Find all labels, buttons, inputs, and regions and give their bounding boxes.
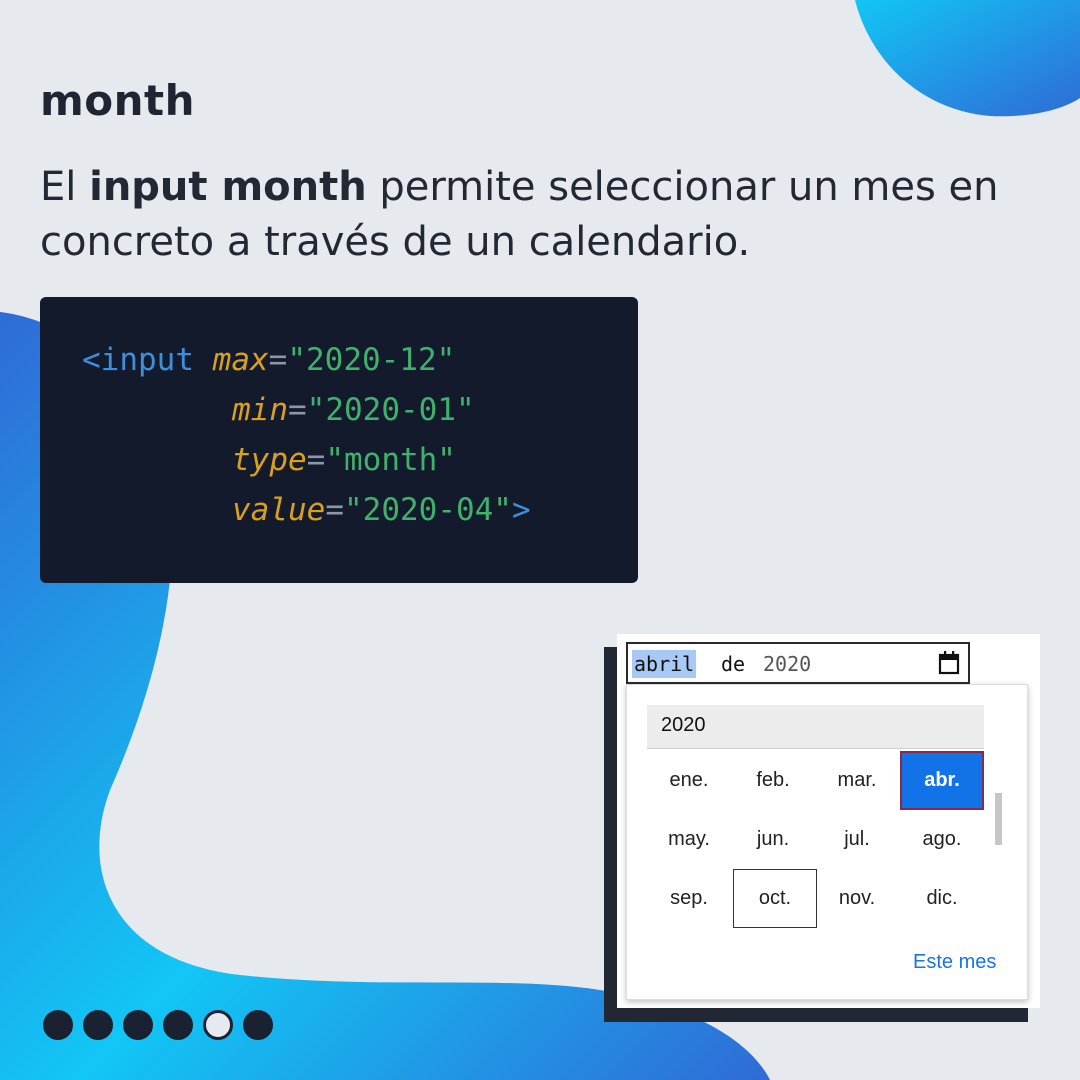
month-cell[interactable]: jun.: [731, 810, 815, 869]
page-heading: month: [40, 76, 195, 125]
month-cell[interactable]: sep.: [647, 869, 731, 928]
month-cell[interactable]: mar.: [815, 751, 899, 810]
code-line-3: type="month": [82, 435, 638, 485]
this-month-button[interactable]: Este mes: [913, 951, 996, 974]
month-cell[interactable]: feb.: [731, 751, 815, 810]
code-attr-name: value: [232, 492, 326, 528]
pagination-dot[interactable]: [43, 1010, 73, 1040]
code-block: <input max="2020-12" min="2020-01" type=…: [40, 297, 638, 583]
month-cell[interactable]: ene.: [647, 751, 731, 810]
month-cell-selected[interactable]: abr.: [900, 751, 984, 810]
month-input[interactable]: abril de 2020: [626, 642, 970, 684]
code-attr-name: type: [232, 442, 307, 478]
code-attr-value: "2020-04": [344, 492, 512, 528]
code-open-tag: <input: [82, 342, 194, 378]
code-attr-value: "month": [325, 442, 456, 478]
month-cell[interactable]: nov.: [815, 869, 899, 928]
code-attr-value: "2020-01": [306, 392, 475, 428]
code-line-1: <input max="2020-12": [82, 335, 638, 385]
pagination-dot[interactable]: [123, 1010, 153, 1040]
year-segment[interactable]: 2020: [763, 650, 811, 678]
code-line-4: value="2020-04">: [82, 485, 638, 535]
code-attr-value: "2020-12": [287, 342, 456, 378]
scrollbar-thumb[interactable]: [995, 793, 1002, 845]
month-picker-popup: 2020 ene. feb. mar. abr. may. jun. jul. …: [626, 684, 1028, 1000]
pagination-dot[interactable]: [163, 1010, 193, 1040]
month-segment[interactable]: abril: [632, 650, 697, 678]
months-grid: ene. feb. mar. abr. may. jun. jul. ago. …: [647, 751, 984, 931]
description: El input month permite seleccionar un me…: [40, 160, 1050, 270]
code-equals: =: [306, 442, 326, 478]
code-line-2: min="2020-01": [82, 385, 638, 435]
calendar-icon[interactable]: [938, 650, 960, 676]
description-bold: input month: [89, 164, 367, 210]
year-header[interactable]: 2020: [647, 705, 984, 749]
month-cell[interactable]: may.: [647, 810, 731, 869]
code-equals: =: [288, 392, 307, 428]
month-cell[interactable]: jul.: [815, 810, 899, 869]
pagination-dot[interactable]: [83, 1010, 113, 1040]
pagination-dot[interactable]: [243, 1010, 273, 1040]
month-cell[interactable]: dic.: [900, 869, 984, 928]
pagination-dot-active[interactable]: [203, 1010, 233, 1040]
description-part1: El: [40, 164, 90, 210]
month-cell[interactable]: ago.: [900, 810, 984, 869]
code-equals: =: [268, 342, 288, 378]
code-close-tag: >: [511, 492, 531, 528]
top-right-blob: [855, 0, 1080, 117]
code-attr-name: min: [232, 392, 288, 428]
code-attr-name: max: [212, 342, 269, 378]
code-equals: =: [325, 492, 344, 528]
month-picker-screenshot: abril de 2020 2020 ene. feb. mar. abr. m…: [617, 634, 1040, 1008]
month-year-separator: de: [721, 652, 746, 676]
month-cell-focused[interactable]: oct.: [733, 869, 817, 928]
